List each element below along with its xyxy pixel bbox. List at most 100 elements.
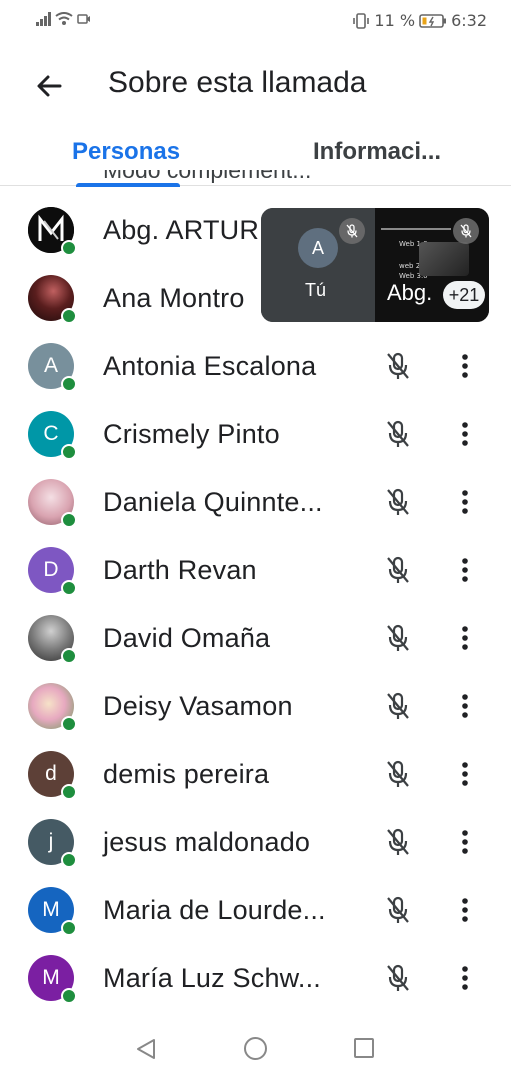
list-item[interactable]: A Antonia Escalona <box>0 332 511 400</box>
status-left <box>36 12 91 26</box>
more-vert-icon[interactable] <box>453 963 477 993</box>
more-vert-icon[interactable] <box>453 827 477 857</box>
online-indicator <box>61 784 77 800</box>
avatar: M <box>28 887 77 936</box>
video-pip[interactable]: A Tú Web 1.0 web 2.0 Web 3.0 Abg. +21 <box>261 208 489 322</box>
mic-off-icon <box>387 828 409 855</box>
more-participants-badge[interactable]: +21 <box>443 281 485 309</box>
status-bar: 11 % 6:32 <box>0 0 511 44</box>
slide-image <box>419 242 469 276</box>
mic-off-icon <box>387 488 409 515</box>
avatar-letter: M <box>42 966 60 989</box>
more-vert-icon[interactable] <box>453 759 477 789</box>
mic-off-icon <box>387 692 409 719</box>
participant-name: Antonia Escalona <box>103 351 317 381</box>
mic-off-icon <box>387 420 409 447</box>
more-vert-icon[interactable] <box>453 895 477 925</box>
online-indicator <box>61 580 77 596</box>
mic-off-icon <box>387 352 409 379</box>
more-vert-icon[interactable] <box>453 487 477 517</box>
participant-name: Maria de Lourde... <box>103 895 326 925</box>
mic-off-icon <box>339 218 365 244</box>
nav-home-icon[interactable] <box>244 1037 267 1060</box>
slide-toolbar <box>381 228 451 230</box>
nav-recents-icon[interactable] <box>354 1038 374 1058</box>
online-indicator <box>61 376 77 392</box>
mic-off-icon <box>387 760 409 787</box>
online-indicator <box>61 308 77 324</box>
list-item[interactable]: David Omaña <box>0 604 511 672</box>
list-item[interactable]: j jesus maldonado <box>0 808 511 876</box>
list-item[interactable]: Daniela Quinnte... <box>0 468 511 536</box>
clock: 6:32 <box>451 11 487 30</box>
avatar <box>28 275 77 324</box>
online-indicator <box>61 988 77 1004</box>
vibrate-icon <box>353 12 370 29</box>
more-vert-icon[interactable] <box>453 623 477 653</box>
self-tile-label: Tú <box>305 280 327 300</box>
list-item[interactable]: Deisy Vasamon <box>0 672 511 740</box>
avatar: M <box>28 955 77 1004</box>
self-video-tile[interactable]: A Tú <box>261 208 375 322</box>
online-indicator <box>61 920 77 936</box>
online-indicator <box>61 852 77 868</box>
online-indicator <box>61 240 77 256</box>
more-vert-icon[interactable] <box>453 691 477 721</box>
avatar-letter: D <box>43 558 59 581</box>
participant-name: Ana Montro <box>103 283 245 313</box>
avatar <box>28 479 77 528</box>
tab-informacion[interactable]: Informaci... <box>313 138 441 166</box>
participant-name: jesus maldonado <box>103 827 311 857</box>
list-item[interactable]: M Maria de Lourde... <box>0 876 511 944</box>
participant-name: Crismely Pinto <box>103 419 280 449</box>
avatar <box>28 207 77 256</box>
avatar: A <box>28 343 77 392</box>
avatar-letter: M <box>42 898 60 921</box>
signal-icon <box>36 12 51 26</box>
more-vert-icon[interactable] <box>453 351 477 381</box>
self-avatar: A <box>298 228 338 268</box>
system-nav-bar <box>0 1018 511 1080</box>
avatar: D <box>28 547 77 596</box>
presenter-video-tile[interactable]: Web 1.0 web 2.0 Web 3.0 Abg. +21 <box>375 208 489 322</box>
status-right: 11 % 6:32 <box>352 11 487 30</box>
list-item[interactable]: C Crismely Pinto <box>0 400 511 468</box>
participant-name: David Omaña <box>103 623 271 653</box>
cutoff-list-item: Modo complement... <box>103 170 311 192</box>
participant-name: Abg. ARTUR <box>103 215 260 245</box>
tab-personas[interactable]: Personas <box>72 138 180 166</box>
avatar <box>28 683 77 732</box>
avatar: d <box>28 751 77 800</box>
self-avatar-letter: A <box>311 237 324 258</box>
mic-off-icon <box>453 218 479 244</box>
mic-off-icon <box>387 896 409 923</box>
list-item[interactable]: d demis pereira <box>0 740 511 808</box>
participant-name: Daniela Quinnte... <box>103 487 323 517</box>
mic-off-icon <box>387 556 409 583</box>
avatar: j <box>28 819 77 868</box>
app-bar: Sobre esta llamada <box>0 44 511 124</box>
avatar <box>28 615 77 664</box>
participant-name: María Luz Schw... <box>103 963 321 993</box>
wifi-icon <box>55 12 73 25</box>
more-vert-icon[interactable] <box>453 419 477 449</box>
data-saver-icon <box>77 14 90 24</box>
mic-off-icon <box>387 624 409 651</box>
cutoff-label: Modo complement... <box>103 170 312 183</box>
avatar-letter: A <box>43 354 58 377</box>
online-indicator <box>61 512 77 528</box>
avatar-letter: d <box>45 762 57 785</box>
list-item[interactable]: D Darth Revan <box>0 536 511 604</box>
online-indicator <box>61 716 77 732</box>
battery-icon <box>419 13 447 28</box>
avatar-letter: j <box>48 830 54 853</box>
arrow-back-icon[interactable] <box>32 68 68 104</box>
nav-back-icon[interactable] <box>135 1038 157 1060</box>
list-item[interactable]: M María Luz Schw... <box>0 944 511 1012</box>
participant-name: Darth Revan <box>103 555 257 585</box>
online-indicator <box>61 444 77 460</box>
battery-percent: 11 % <box>374 11 416 30</box>
avatar: C <box>28 411 77 460</box>
presenter-tile-label: Abg. <box>387 280 433 305</box>
more-vert-icon[interactable] <box>453 555 477 585</box>
